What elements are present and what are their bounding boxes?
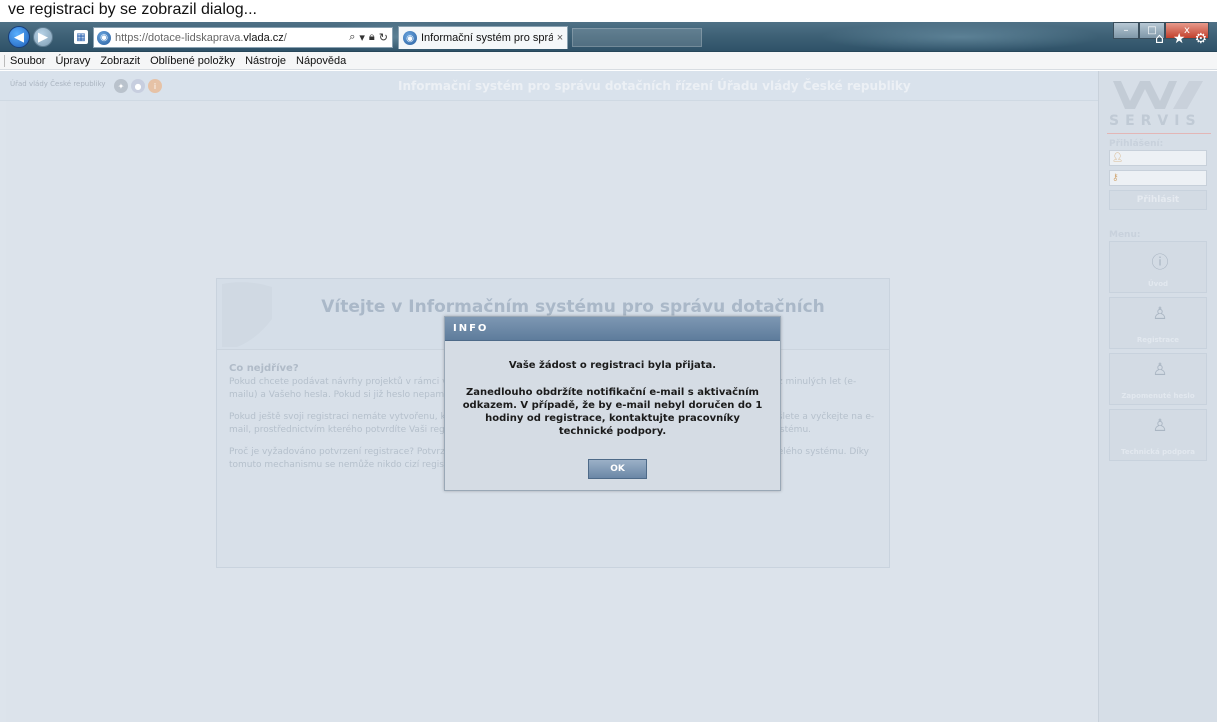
forward-button[interactable]: ▶	[33, 27, 53, 47]
username-input[interactable]: 👤︎	[1109, 150, 1207, 166]
dialog-title: INFO	[445, 317, 780, 341]
sidebar-item-label: Technická podpora	[1121, 448, 1195, 456]
menu-napoveda[interactable]: Nápověda	[296, 55, 346, 67]
key-icon: ⚷	[1112, 173, 1119, 183]
top-caption: ve registraci by se zobrazil dialog...	[8, 1, 257, 18]
sidebar-item-registrace[interactable]: ♙ Registrace	[1109, 297, 1207, 349]
browser-chrome: ◀ ▶ ▦ ◉ https://dotace-lidskaprava.vlada…	[0, 22, 1217, 52]
globe-icon: ◉	[97, 30, 111, 45]
globe-icon: ◉	[403, 31, 417, 45]
language-icon[interactable]: ●	[131, 79, 145, 93]
org-name: Úřad vlády České republiky	[10, 80, 106, 88]
tab-close-icon[interactable]: ×	[553, 32, 567, 44]
lock-icon[interactable]: 🔒︎	[369, 31, 375, 44]
menu-label: Menu:	[1109, 230, 1141, 240]
support-person-icon: ♙	[1152, 416, 1168, 436]
menu-oblibene[interactable]: Oblíbené položky	[150, 55, 235, 67]
login-button[interactable]: Přihlásit	[1109, 190, 1207, 210]
info-shield-icon: ⓘ	[1151, 253, 1169, 273]
sidebar-item-label: Registrace	[1136, 336, 1180, 344]
refresh-icon[interactable]: ↻	[379, 31, 388, 44]
dropdown-icon[interactable]: ▾	[359, 31, 365, 44]
top-banner: ve registraci by se zobrazil dialog...	[0, 0, 1217, 22]
brand-servis: SERVIS	[1109, 113, 1202, 129]
menu-bar: Soubor Úpravy Zobrazit Oblíbené položky …	[0, 52, 1217, 70]
sidebar-item-support[interactable]: ♙ Technická podpora	[1109, 409, 1207, 461]
menu-upravy[interactable]: Úpravy	[55, 55, 90, 67]
star-icon[interactable]: ★	[1173, 31, 1186, 47]
user-icon: 👤︎	[1112, 153, 1124, 163]
new-tab[interactable]	[572, 28, 702, 47]
minimize-button[interactable]: –	[1113, 22, 1139, 39]
info-dialog: INFO Vaše žádost o registraci byla přija…	[444, 316, 781, 491]
dialog-message-detail: Zanedlouho obdržíte notifikační e-mail s…	[462, 387, 763, 437]
forward-arrow-icon: ▶	[38, 29, 48, 45]
user-register-icon: ♙	[1152, 304, 1168, 324]
menu-nastroje[interactable]: Nástroje	[245, 55, 286, 67]
back-button[interactable]: ◀	[8, 26, 30, 48]
sidebar-item-label: Úvod	[1147, 280, 1169, 288]
info-icon[interactable]: i	[148, 79, 162, 93]
back-arrow-icon: ◀	[14, 29, 24, 45]
main-content: Vítejte v Informačním systému pro správu…	[6, 101, 1098, 722]
accessibility-icon[interactable]: ✦	[114, 79, 128, 93]
sidebar-item-uvod[interactable]: ⓘ Úvod	[1109, 241, 1207, 293]
home-icon[interactable]: ⌂	[1155, 31, 1164, 47]
system-title: Informační systém pro správu dotačních ř…	[398, 79, 911, 93]
gear-icon[interactable]: ⚙	[1194, 31, 1207, 47]
sidebar-item-forgotten-password[interactable]: ♙ Zapomenuté heslo	[1109, 353, 1207, 405]
right-sidebar: SERVIS Přihlášení: 👤︎ ⚷ Přihlásit Menu: …	[1098, 71, 1217, 722]
site-grid-icon: ▦	[74, 30, 88, 44]
vav-logo-icon	[1113, 81, 1203, 109]
login-label: Přihlášení:	[1109, 139, 1164, 149]
search-icon[interactable]: ⌕	[349, 31, 355, 44]
tab-title: Informační systém pro sprá...	[421, 32, 553, 44]
page: Úřad vlády České republiky ✦ ● i Informa…	[0, 71, 1217, 722]
menu-zobrazit[interactable]: Zobrazit	[100, 55, 140, 67]
menu-soubor[interactable]: Soubor	[10, 55, 45, 67]
url-text: https://dotace-lidskaprava.vlada.cz/	[115, 31, 287, 44]
tab-active[interactable]: ◉ Informační systém pro sprá... ×	[398, 26, 568, 49]
sidebar-item-label: Zapomenuté heslo	[1121, 392, 1195, 400]
password-input[interactable]: ⚷	[1109, 170, 1207, 186]
page-header: Úřad vlády České republiky ✦ ● i Informa…	[0, 71, 1098, 101]
welcome-heading: Co nejdříve?	[229, 363, 299, 374]
dialog-message-main: Vaše žádost o registraci byla přijata.	[508, 360, 717, 371]
user-key-icon: ♙	[1152, 360, 1168, 380]
ok-button[interactable]: OK	[588, 459, 647, 479]
address-bar[interactable]: ◉ https://dotace-lidskaprava.vlada.cz/ ⌕…	[93, 27, 393, 48]
